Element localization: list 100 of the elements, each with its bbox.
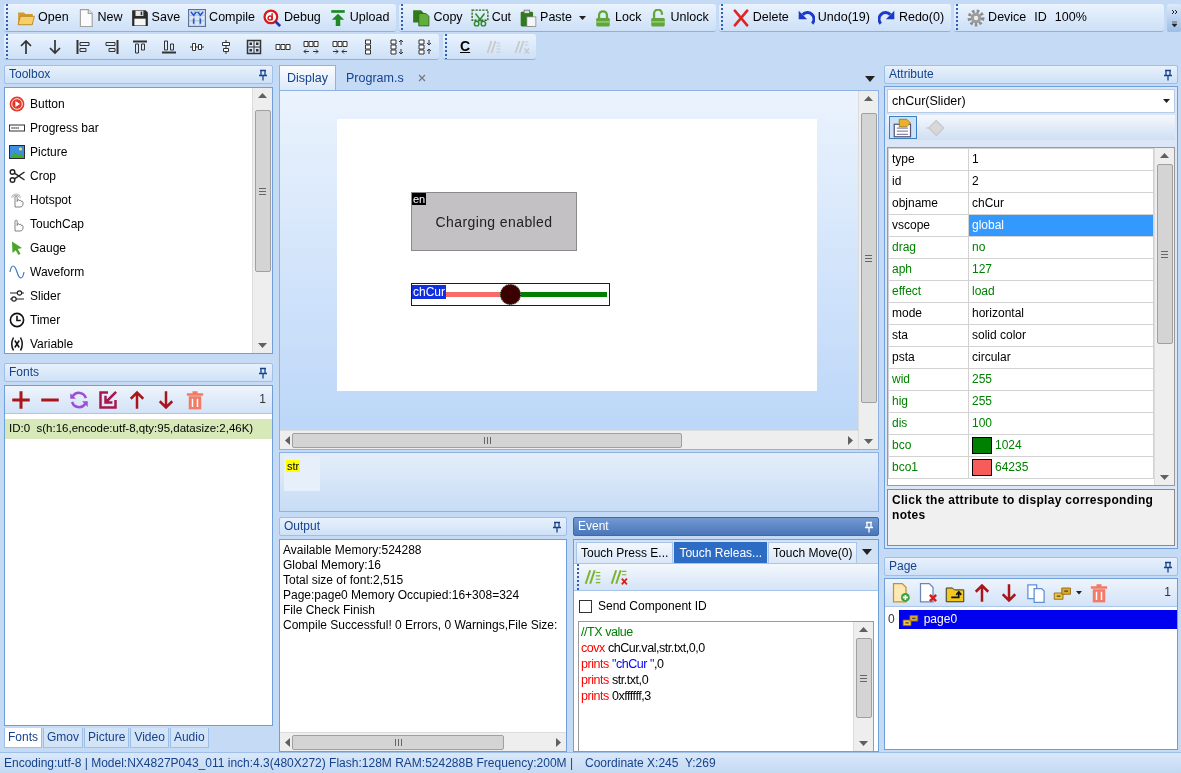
scroll-thumb[interactable]	[254, 110, 271, 272]
property-value[interactable]: 255	[969, 369, 1153, 390]
id-button[interactable]: ID	[1030, 4, 1051, 31]
tab[interactable]: Program.s	[338, 65, 434, 90]
up-arrow-icon[interactable]	[18, 38, 34, 55]
property-name[interactable]: bco1	[889, 457, 968, 478]
upload-button[interactable]: Upload	[324, 4, 394, 31]
property-name[interactable]: effect	[889, 281, 968, 302]
scroll-up-icon[interactable]	[864, 96, 873, 101]
font-item[interactable]: ID:0 s(h:16,encode:utf-8,qty:95,datasize:2,46K)	[5, 419, 272, 439]
tab[interactable]: Gmov	[43, 728, 84, 748]
overflow-button[interactable]	[1167, 4, 1181, 32]
boxes-outward-arrows-icon[interactable]	[303, 38, 319, 55]
tab[interactable]: Fonts	[4, 728, 42, 748]
variable-label[interactable]: str	[286, 460, 301, 472]
scroll-left-icon[interactable]	[285, 435, 290, 445]
down-arrow-icon[interactable]	[999, 582, 1019, 603]
horizontal-scrollbar[interactable]	[280, 732, 566, 751]
tab[interactable]: Touch Press E...	[576, 542, 674, 563]
c-button[interactable]: C	[457, 35, 474, 58]
tab[interactable]: Audio	[169, 728, 209, 748]
pin-icon[interactable]	[1163, 68, 1173, 81]
save-button[interactable]: Save	[126, 4, 185, 31]
grid-icon[interactable]	[246, 38, 262, 55]
add-page-icon[interactable]	[891, 582, 911, 603]
code-editor[interactable]: //TX value covx chCur.val,str.txt,0,0 prints "chCur ",0 prints str.txt,0 prints 0xffffff,3	[578, 621, 874, 751]
vertical-scrollbar[interactable]	[1154, 148, 1174, 485]
property-name[interactable]: mode	[889, 303, 968, 324]
property-name[interactable]: psta	[889, 347, 968, 368]
debug-button[interactable]: Debug	[258, 4, 325, 31]
property-name[interactable]: id	[889, 171, 968, 192]
property-name[interactable]: sta	[889, 325, 968, 346]
page-item[interactable]: page0	[898, 610, 1177, 629]
down-arrow-icon[interactable]	[46, 38, 63, 55]
delete-button[interactable]: Delete	[727, 4, 793, 31]
scroll-thumb[interactable]	[1156, 164, 1173, 344]
scroll-down-icon[interactable]	[258, 343, 267, 348]
tab[interactable]: Display	[279, 65, 336, 90]
tab[interactable]: Touch Releas...	[674, 542, 768, 563]
property-value[interactable]: 1	[969, 149, 1153, 170]
caret-icon[interactable]	[1076, 590, 1082, 595]
scroll-right-icon[interactable]	[848, 435, 853, 445]
toolbox-item[interactable]: Button	[5, 92, 252, 116]
scroll-down-icon[interactable]	[864, 439, 873, 444]
tab[interactable]: Video	[130, 728, 169, 748]
toolbox-item[interactable]: Crop	[5, 164, 252, 188]
align-top-icon[interactable]	[132, 38, 148, 55]
close-icon[interactable]	[417, 74, 426, 82]
vertical-scrollbar[interactable]	[252, 88, 272, 353]
pages-icon[interactable]	[1026, 582, 1046, 603]
scroll-right-icon[interactable]	[556, 737, 561, 747]
toolbox-item[interactable]: Waveform	[5, 260, 252, 284]
import-icon[interactable]	[98, 389, 118, 410]
property-name[interactable]: type	[889, 149, 968, 170]
toolbox-item[interactable]: Slider	[5, 284, 252, 308]
vertical-scrollbar[interactable]	[858, 91, 878, 449]
property-value[interactable]: 127	[969, 259, 1153, 280]
uncomment-icon[interactable]	[610, 568, 628, 586]
pin-icon[interactable]	[1163, 560, 1173, 573]
vertical-scrollbar[interactable]	[853, 622, 873, 751]
property-value[interactable]: no	[969, 237, 1153, 258]
refresh-icon[interactable]	[69, 389, 89, 410]
checkbox[interactable]	[579, 599, 592, 613]
scroll-down-icon[interactable]	[1160, 475, 1169, 480]
scroll-thumb[interactable]	[292, 734, 504, 750]
pin-icon[interactable]	[258, 366, 268, 379]
align-right-icon[interactable]	[103, 38, 120, 55]
scroll-left-icon[interactable]	[285, 737, 290, 747]
scroll-up-icon[interactable]	[859, 627, 868, 633]
horizontal-scrollbar[interactable]	[280, 430, 858, 449]
new-button[interactable]: New	[72, 4, 127, 31]
toolbox-item[interactable]: Variable	[5, 332, 252, 356]
trash-icon[interactable]	[185, 389, 205, 410]
caret-icon[interactable]	[862, 549, 872, 555]
property-value[interactable]: 255	[969, 391, 1153, 412]
compile-button[interactable]: Compile	[184, 4, 259, 31]
toolbox-item[interactable]: Picture	[5, 140, 252, 164]
property-value[interactable]: load	[969, 281, 1153, 302]
property-name[interactable]: wid	[889, 369, 968, 390]
canvas-slider[interactable]: chCur	[411, 283, 610, 306]
property-name[interactable]: hig	[889, 391, 968, 412]
trash-icon[interactable]	[1089, 582, 1109, 603]
property-name[interactable]: vscope	[889, 215, 968, 236]
property-name[interactable]: objname	[889, 193, 968, 214]
zoom-button[interactable]: 100%	[1050, 4, 1091, 31]
object-dropdown[interactable]: chCur(Slider)	[887, 89, 1175, 113]
property-value[interactable]: solid color	[969, 325, 1153, 346]
scroll-thumb[interactable]	[855, 638, 872, 719]
boxes-up-down-arrows-icon[interactable]	[388, 38, 405, 55]
toolbox-item[interactable]: TouchCap	[5, 212, 252, 236]
plus-icon[interactable]	[11, 389, 31, 410]
cut-button[interactable]: Cut	[466, 4, 516, 31]
property-value[interactable]: 100	[969, 413, 1153, 434]
up-arrow-icon[interactable]	[972, 582, 992, 603]
canvas-button[interactable]: en Charging enabled	[411, 192, 577, 251]
caret-icon[interactable]	[865, 76, 875, 82]
property-name[interactable]: bco	[889, 435, 968, 456]
property-value[interactable]: chCur	[969, 193, 1153, 214]
undo-button[interactable]: Undo(19)	[792, 4, 874, 31]
align-bottom-icon[interactable]	[160, 38, 177, 55]
